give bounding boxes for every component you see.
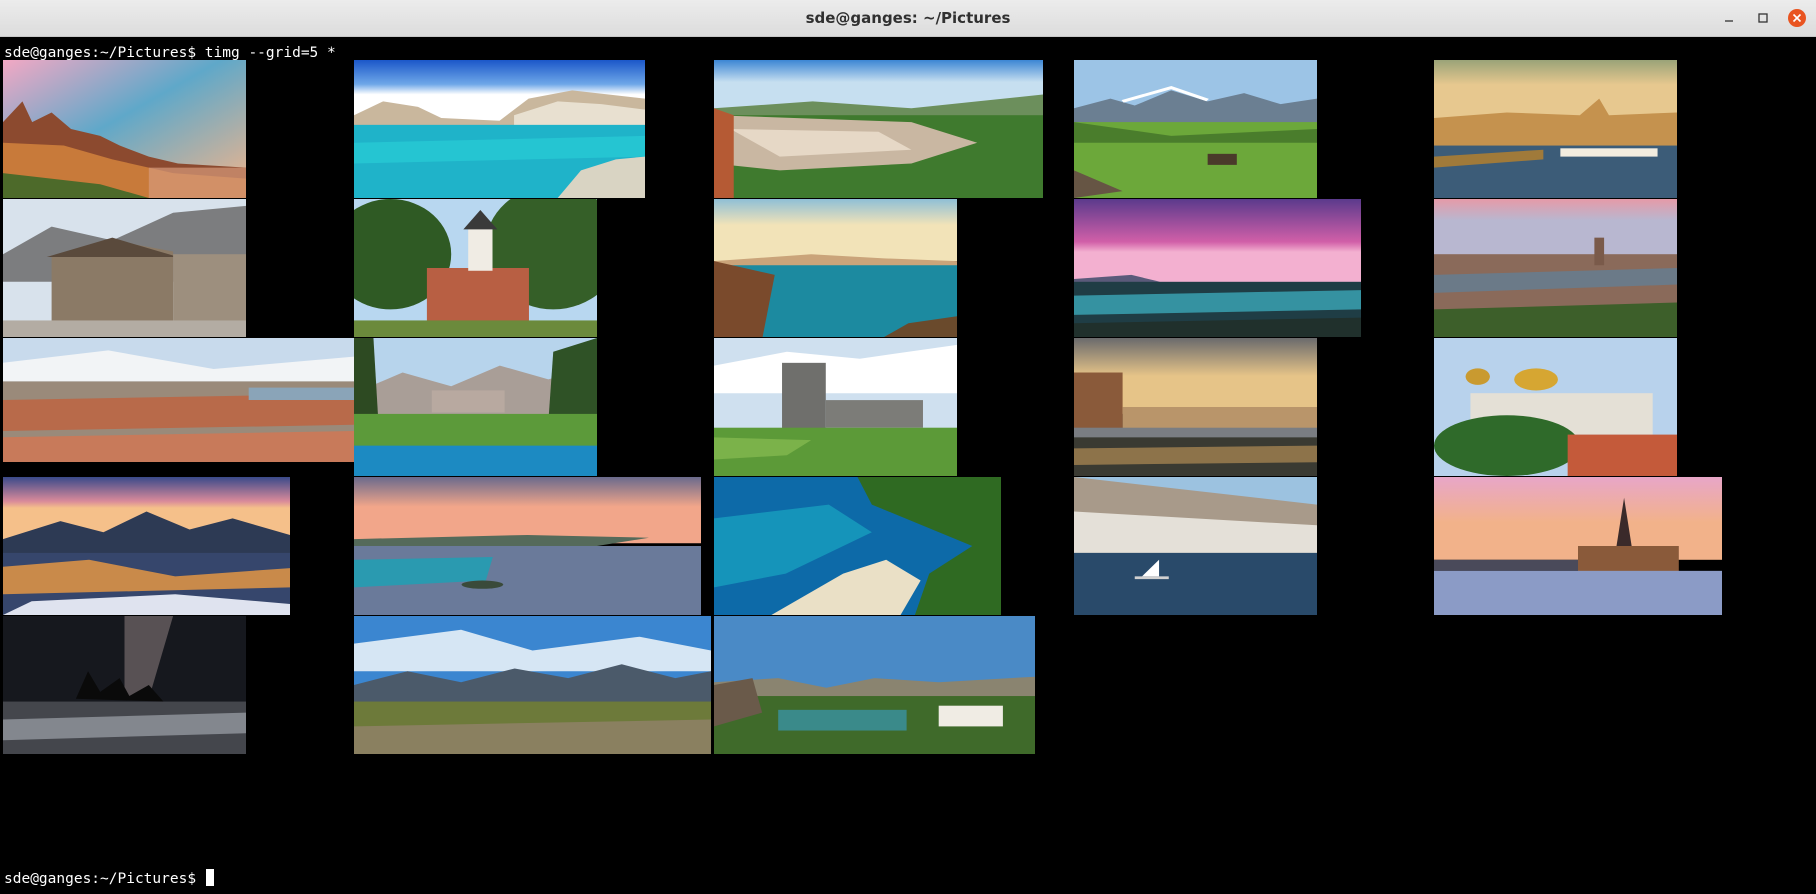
image-thumbnail-milky-way-sea-stacks (3, 616, 246, 754)
image-thumbnail-city-rooftops-dome-sunset (1434, 199, 1677, 337)
close-icon (1788, 9, 1806, 27)
image-thumbnail-golden-dome-cathedral (1434, 338, 1677, 476)
image-thumbnail-turquoise-harbor-village (354, 60, 645, 198)
text-cursor (205, 869, 214, 886)
image-thumbnail-mountain-valley-panorama (354, 616, 711, 754)
image-thumbnail-rocky-coast-blue-sea (714, 199, 957, 337)
image-thumbnail-mountain-lake-cabin (354, 338, 597, 476)
prompt-line: sde@ganges:~/Pictures$ (4, 868, 214, 890)
image-thumbnail-aerial-city-panorama (3, 338, 354, 462)
image-thumbnail-alpine-meadow-chalets (1074, 60, 1317, 198)
command-text: timg --grid=5 * (204, 45, 336, 61)
terminal-output[interactable]: sde@ganges:~/Pictures$ timg --grid=5 * s… (0, 37, 1816, 894)
image-thumbnail-snowy-mountains-sunrise (3, 477, 290, 615)
image-thumbnail-coastal-town-pink-sunset (354, 477, 701, 615)
terminal-window: sde@ganges: ~/Pictures sde@ganges:~/Pict… (0, 0, 1816, 894)
image-thumbnail-aerial-turquoise-beach (714, 477, 1001, 615)
image-thumbnail-bridge-river-city-cloudy (1074, 338, 1317, 476)
minimize-icon (1725, 20, 1733, 22)
maximize-button[interactable] (1752, 7, 1774, 29)
prompt-text: sde@ganges:~/Pictures$ (4, 45, 205, 61)
image-thumbnail-hillside-town-green-valley (714, 60, 1043, 198)
image-thumbnail-old-town-waterfront-sunset (3, 60, 246, 198)
image-thumbnail-stone-house-mountains (3, 199, 246, 337)
title-bar[interactable]: sde@ganges: ~/Pictures (0, 0, 1816, 37)
close-button[interactable] (1786, 7, 1808, 29)
prompt-text: sde@ganges:~/Pictures$ (4, 871, 205, 887)
maximize-icon (1758, 13, 1768, 23)
image-thumbnail-river-city-bridge-golden-hour (1434, 60, 1677, 198)
image-thumbnail-lake-town-mountains (714, 616, 1035, 754)
window-title: sde@ganges: ~/Pictures (805, 9, 1011, 27)
image-thumbnail-purple-sunset-lake (1074, 199, 1361, 337)
image-thumbnail-church-between-trees (354, 199, 597, 337)
image-thumbnail-stockholm-spire-sunset (1434, 477, 1722, 615)
image-thumbnail-castle-on-green-hill (714, 338, 957, 476)
minimize-button[interactable] (1718, 7, 1740, 29)
image-thumbnail-hillside-town-sailboat (1074, 477, 1317, 615)
